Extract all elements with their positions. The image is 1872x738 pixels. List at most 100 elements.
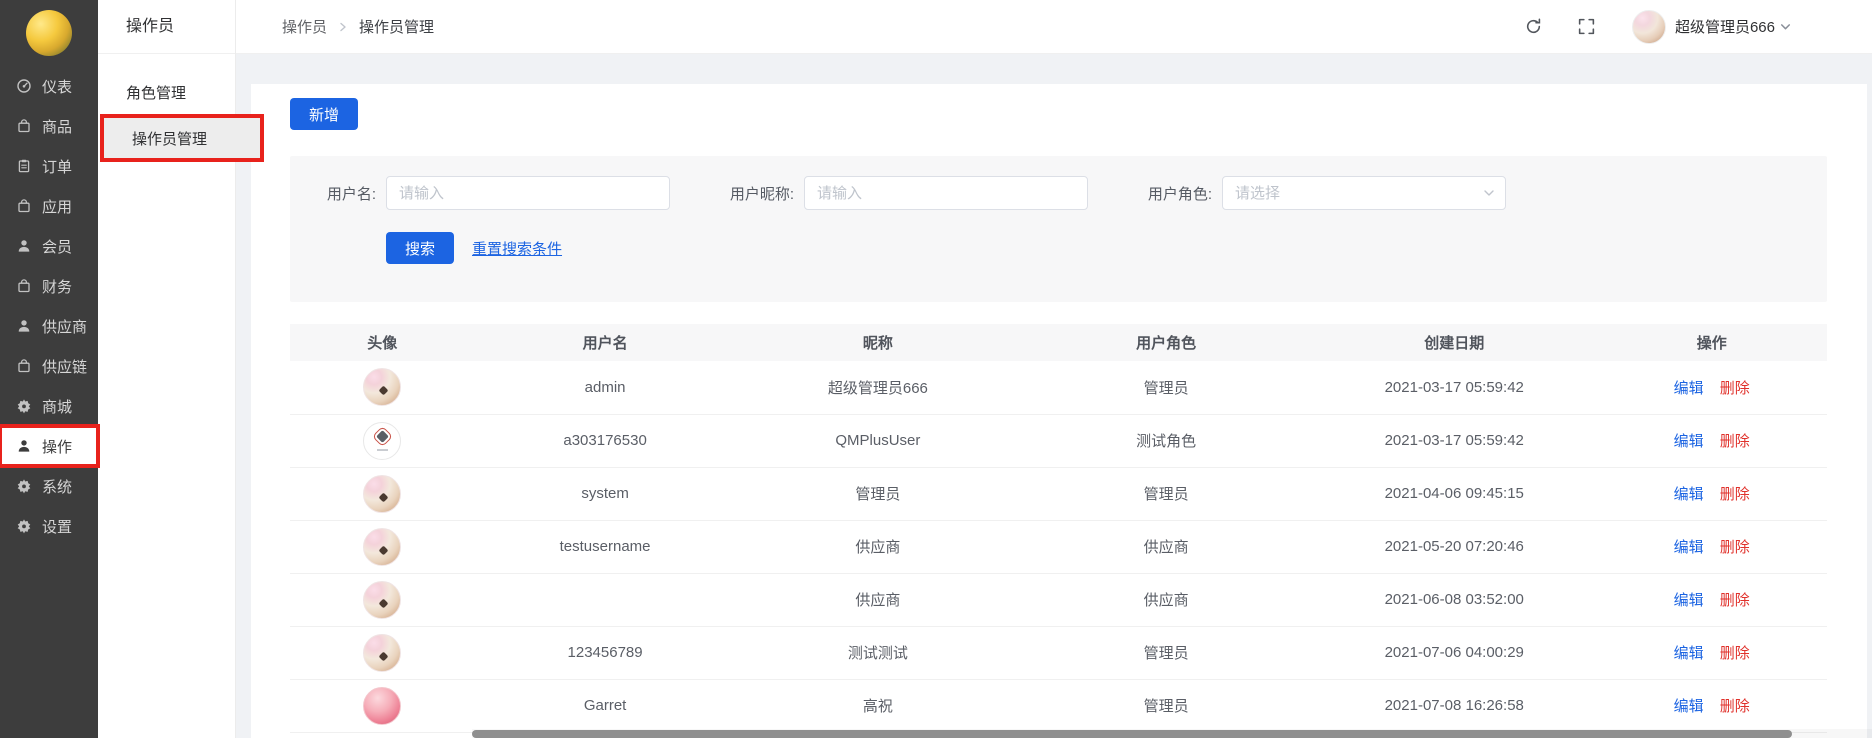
edit-link[interactable]: 编辑 (1674, 486, 1704, 503)
sidebar-item[interactable]: 供应商 (0, 306, 98, 346)
cell-role: 管理员 (1020, 467, 1312, 520)
cell-created-date: 2021-04-06 09:45:15 (1312, 467, 1596, 520)
edit-link[interactable]: 编辑 (1674, 539, 1704, 556)
filter-field: 用户名: (290, 176, 670, 210)
refresh-icon[interactable] (1524, 17, 1543, 36)
person-icon (16, 238, 32, 254)
cell-created-date: 2021-03-17 05:59:42 (1312, 361, 1596, 414)
edit-link[interactable]: 编辑 (1674, 592, 1704, 609)
username-filter-input[interactable] (386, 176, 670, 210)
filter-label: 用户昵称: (708, 183, 794, 204)
sidebar-item[interactable]: 仪表 (0, 66, 98, 106)
reset-search-link[interactable]: 重置搜索条件 (472, 238, 562, 259)
sidebar-item[interactable]: 会员 (0, 226, 98, 266)
gear-icon (16, 398, 32, 414)
main-area: 操作员 操作员管理 超级管理员666 (236, 0, 1872, 738)
cell-nickname: 测试测试 (736, 626, 1020, 679)
person-icon (16, 318, 32, 334)
cell-username (474, 573, 735, 626)
column-header: 创建日期 (1312, 324, 1596, 361)
submenu-title: 操作员 (98, 0, 235, 54)
content-area: 新增 用户名: (236, 54, 1872, 738)
topbar: 操作员 操作员管理 超级管理员666 (236, 0, 1872, 54)
cell-nickname: 超级管理员666 (736, 361, 1020, 414)
dog-avatar (363, 581, 401, 619)
cell-username: system (474, 467, 735, 520)
cell-username: a303176530 (474, 414, 735, 467)
table-row: a303176530 QMPlusUser 测试角色 2021-03-17 05… (290, 414, 1827, 467)
role-filter-select[interactable] (1222, 176, 1506, 210)
delete-link[interactable]: 删除 (1720, 433, 1750, 450)
submenu-list: 角色管理 操作员管理 (98, 54, 235, 162)
scrollbar-thumb[interactable] (472, 730, 1792, 738)
delete-link[interactable]: 删除 (1720, 539, 1750, 556)
app-logo[interactable] (26, 10, 72, 56)
delete-link[interactable]: 删除 (1720, 486, 1750, 503)
chevron-down-icon[interactable] (1779, 20, 1792, 33)
sidebar-item[interactable]: 订单 (0, 146, 98, 186)
delete-link[interactable]: 删除 (1720, 380, 1750, 397)
logo-wrap (0, 0, 98, 66)
submenu-item[interactable]: 角色管理 (98, 70, 235, 114)
user-name[interactable]: 超级管理员666 (1675, 16, 1775, 37)
cell-username: admin (474, 361, 735, 414)
fullscreen-icon[interactable] (1577, 17, 1596, 36)
sidebar-item[interactable]: 系统 (0, 466, 98, 506)
submenu-item[interactable]: 操作员管理 (100, 114, 264, 162)
dog-avatar (363, 528, 401, 566)
edit-link[interactable]: 编辑 (1674, 645, 1704, 662)
delete-link[interactable]: 删除 (1720, 645, 1750, 662)
breadcrumb-current: 操作员管理 (359, 16, 434, 37)
edit-link[interactable]: 编辑 (1674, 698, 1704, 715)
edit-link[interactable]: 编辑 (1674, 433, 1704, 450)
cell-role: 供应商 (1020, 520, 1312, 573)
sidebar-item[interactable]: 供应链 (0, 346, 98, 386)
sidebar-item[interactable]: 商品 (0, 106, 98, 146)
bag-icon (16, 198, 32, 214)
sidebar-item[interactable]: 设置 (0, 506, 98, 546)
user-avatar[interactable] (1632, 10, 1666, 44)
table-row: 供应商 供应商 2021-06-08 03:52:00 编辑 删除 (290, 573, 1827, 626)
bag-icon (16, 358, 32, 374)
cell-created-date: 2021-07-08 16:26:58 (1312, 679, 1596, 732)
cell-nickname: 供应商 (736, 520, 1020, 573)
cell-role: 管理员 (1020, 626, 1312, 679)
delete-link[interactable]: 删除 (1720, 592, 1750, 609)
nickname-filter-input[interactable] (804, 176, 1088, 210)
filter-actions: 搜索 重置搜索条件 (386, 232, 1827, 264)
cell-role: 供应商 (1020, 573, 1312, 626)
secondary-sidebar: 操作员 角色管理 操作员管理 (98, 0, 236, 738)
breadcrumb-chevron-icon (337, 21, 349, 33)
sidebar-item[interactable]: 操作 (0, 426, 98, 466)
bag-icon (16, 278, 32, 294)
topbar-actions: 超级管理员666 (1490, 10, 1792, 44)
breadcrumb: 操作员 操作员管理 (282, 16, 434, 37)
cell-created-date: 2021-07-06 04:00:29 (1312, 626, 1596, 679)
dog-avatar (363, 475, 401, 513)
cell-nickname: 管理员 (736, 467, 1020, 520)
filter-field: 用户角色: (1126, 176, 1506, 210)
horizontal-scrollbar[interactable] (472, 729, 1872, 738)
sidebar-item[interactable]: 应用 (0, 186, 98, 226)
content-card: 新增 用户名: (251, 84, 1867, 738)
column-header: 用户角色 (1020, 324, 1312, 361)
edit-link[interactable]: 编辑 (1674, 380, 1704, 397)
sidebar-item[interactable]: 商城 (0, 386, 98, 426)
table-row: testusername 供应商 供应商 2021-05-20 07:20:46… (290, 520, 1827, 573)
gear-icon (16, 478, 32, 494)
delete-link[interactable]: 删除 (1720, 698, 1750, 715)
add-button[interactable]: 新增 (290, 98, 358, 130)
cell-nickname: 高祝 (736, 679, 1020, 732)
gauge-icon (16, 78, 32, 94)
cell-created-date: 2021-03-17 05:59:42 (1312, 414, 1596, 467)
search-button[interactable]: 搜索 (386, 232, 454, 264)
chevron-down-icon (1482, 186, 1496, 200)
breadcrumb-root[interactable]: 操作员 (282, 16, 327, 37)
cell-nickname: 供应商 (736, 573, 1020, 626)
operators-table: 头像用户名昵称用户角色创建日期操作 admin 超级管理员666 管理员 202… (290, 324, 1827, 733)
app-window: 仪表 商品 订单 应用 会员 (0, 0, 1872, 738)
sidebar-item[interactable]: 财务 (0, 266, 98, 306)
bag-icon (16, 118, 32, 134)
cell-username: Garret (474, 679, 735, 732)
table-header-row: 头像用户名昵称用户角色创建日期操作 (290, 324, 1827, 361)
